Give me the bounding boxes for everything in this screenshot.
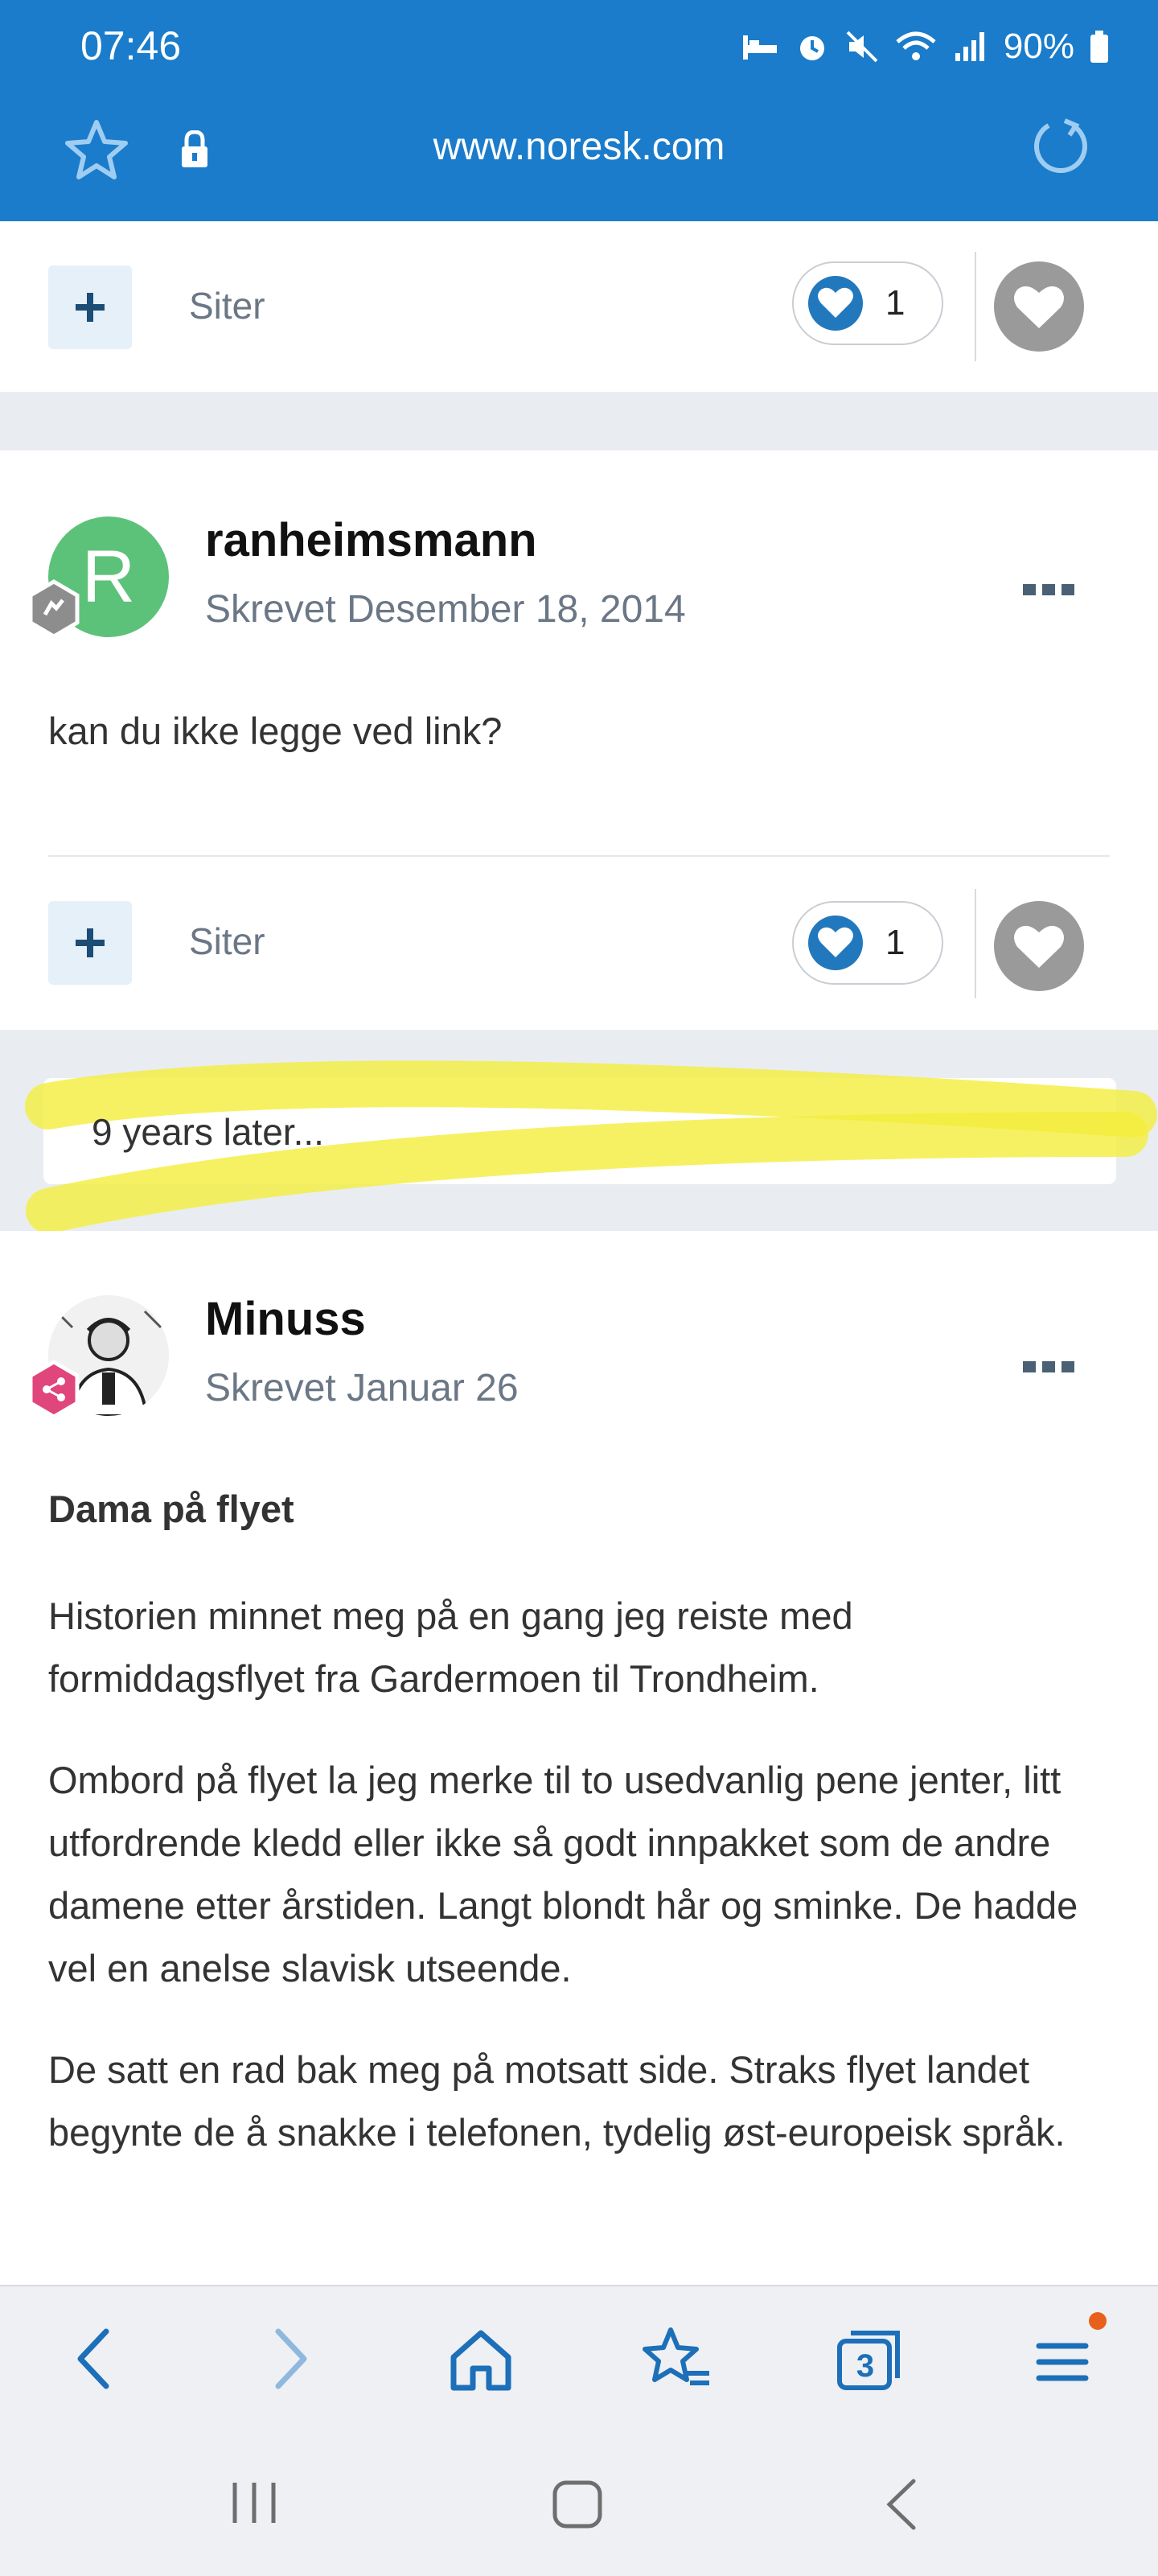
- post-paragraph: Ombord på flyet la jeg merke til to used…: [48, 1759, 1078, 1990]
- post-author[interactable]: ranheimsmann: [205, 513, 537, 567]
- home-icon[interactable]: [447, 2328, 515, 2397]
- wifi-icon: [896, 31, 936, 60]
- react-button[interactable]: [994, 261, 1084, 352]
- more-icon: [1023, 1361, 1074, 1372]
- recent-apps-icon[interactable]: [230, 2479, 278, 2530]
- home-system-icon[interactable]: [552, 2479, 603, 2533]
- notification-dot: [1089, 2312, 1107, 2330]
- mute-icon: [846, 31, 878, 63]
- plus-icon: [76, 928, 105, 957]
- avatar-letter: R: [81, 535, 136, 618]
- rank-badge-icon: [24, 579, 84, 643]
- react-button[interactable]: [994, 901, 1084, 991]
- post-content: kan du ikke legge ved link?: [48, 710, 503, 752]
- like-count: 1: [885, 283, 905, 323]
- divider: [48, 855, 1110, 857]
- more-icon: [1023, 584, 1074, 595]
- post-paragraph: De satt en rad bak meg på motsatt side. …: [48, 2048, 1066, 2154]
- heart-reaction-icon: [808, 276, 863, 331]
- tab-count: 3: [856, 2348, 875, 2384]
- post-menu-button[interactable]: [1023, 555, 1074, 609]
- multiquote-button[interactable]: [48, 265, 132, 349]
- divider: [975, 252, 976, 361]
- tabs-button[interactable]: 3: [833, 2327, 905, 2394]
- like-count: 1: [885, 923, 905, 962]
- reaction-count[interactable]: 1: [792, 901, 943, 985]
- url-bar[interactable]: www.noresk.com: [0, 125, 1158, 169]
- post-author[interactable]: Minuss: [205, 1292, 366, 1346]
- quote-button[interactable]: Siter: [189, 284, 265, 327]
- alarm-icon: [799, 36, 824, 60]
- battery-percent: 90%: [1003, 27, 1074, 66]
- battery-icon: [1090, 31, 1108, 63]
- signal-icon: [955, 32, 984, 61]
- browser-header: 07:46 90% www.noresk.com: [0, 0, 1158, 221]
- reload-icon[interactable]: [1031, 117, 1090, 181]
- separator-label: 9 years later...: [92, 1111, 324, 1153]
- multiquote-button[interactable]: [48, 901, 132, 985]
- bookmarks-icon[interactable]: [640, 2325, 712, 2397]
- post-ranheimsmann: R ranheimsmann Skrevet Desember 18, 2014…: [0, 451, 1158, 1030]
- rank-badge-icon: [24, 1360, 84, 1423]
- system-back-icon[interactable]: [881, 2478, 922, 2535]
- bed-icon: [742, 35, 777, 60]
- heart-icon: [1014, 286, 1064, 328]
- heart-reaction-icon: [808, 916, 863, 970]
- forward-icon[interactable]: [269, 2327, 314, 2395]
- reaction-count[interactable]: 1: [792, 261, 943, 345]
- heart-icon: [1014, 925, 1064, 968]
- post-menu-button[interactable]: [1023, 1332, 1074, 1386]
- post-paragraph: Historien minnet meg på en gang jeg reis…: [48, 1595, 853, 1700]
- back-icon[interactable]: [71, 2327, 116, 2395]
- post-prev-footer: Siter 1: [0, 221, 1158, 392]
- post-date[interactable]: Skrevet Januar 26: [205, 1366, 519, 1410]
- divider: [975, 889, 976, 998]
- status-time: 07:46: [80, 23, 182, 68]
- browser-bottom-bar: 3: [0, 2285, 1158, 2576]
- post-minuss: Minuss Skrevet Januar 26 Dama på flyet H…: [0, 1231, 1158, 2286]
- plus-icon: [76, 293, 105, 322]
- post-heading: Dama på flyet: [48, 1488, 294, 1530]
- post-date[interactable]: Skrevet Desember 18, 2014: [205, 587, 686, 632]
- menu-icon[interactable]: [1034, 2333, 1090, 2393]
- status-icons: 90%: [740, 23, 1110, 71]
- quote-button[interactable]: Siter: [189, 920, 265, 963]
